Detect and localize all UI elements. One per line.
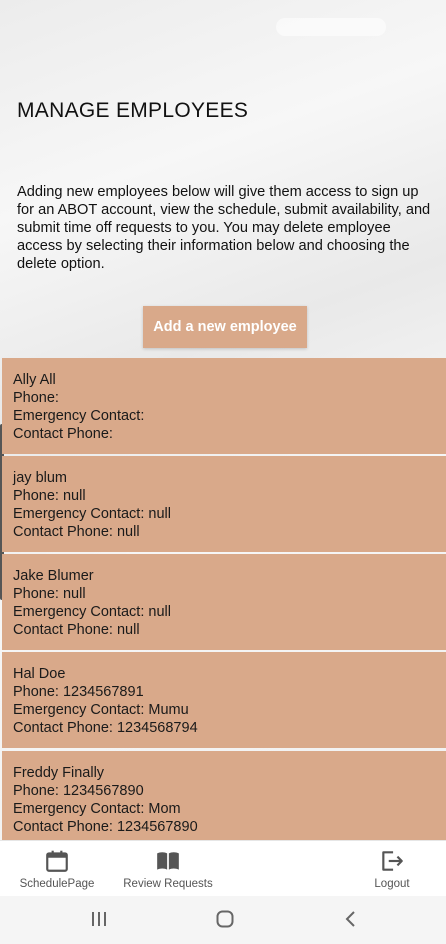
employee-phone: Phone: 1234567890 (13, 783, 144, 799)
employee-emergency-contact: Emergency Contact: null (13, 604, 171, 620)
employee-phone: Phone: null (13, 586, 86, 602)
employee-card-freddy-finally[interactable]: Freddy Finally Phone: 1234567890 Emergen… (2, 751, 446, 840)
employee-contact-phone: Contact Phone: (13, 426, 113, 442)
employee-card-hal-doe[interactable]: Hal Doe Phone: 1234567891 Emergency Cont… (2, 652, 446, 748)
employee-contact-phone: Contact Phone: null (13, 524, 140, 540)
employee-name: Freddy Finally (13, 765, 105, 781)
page-title: MANAGE EMPLOYEES (17, 99, 249, 122)
recents-button[interactable] (84, 906, 114, 932)
bottom-nav: SchedulePage Review Requests Logout (0, 840, 446, 897)
employee-phone: Phone: (13, 390, 59, 406)
employee-name: Jake Blumer (13, 568, 94, 584)
logout-icon (382, 851, 403, 871)
add-employee-button[interactable]: Add a new employee (143, 306, 307, 348)
employee-contact-phone: Contact Phone: 1234567890 (13, 819, 198, 835)
employee-name: Hal Doe (13, 666, 66, 682)
employee-emergency-contact: Emergency Contact: (13, 408, 145, 424)
employee-list[interactable]: Ally All Phone: Emergency Contact: Conta… (2, 358, 446, 840)
home-button[interactable] (210, 906, 240, 932)
status-bar (0, 0, 446, 40)
page-description: Adding new employees below will give the… (17, 184, 431, 272)
nav-schedule-label: SchedulePage (19, 878, 95, 890)
employee-name: Ally All (13, 372, 56, 388)
employee-name: jay blum (13, 470, 67, 486)
employee-card-jay-blum[interactable]: jay blum Phone: null Emergency Contact: … (2, 456, 446, 552)
employee-phone: Phone: null (13, 488, 86, 504)
nav-logout-label: Logout (374, 878, 410, 890)
employee-phone: Phone: 1234567891 (13, 684, 144, 700)
nav-review-requests[interactable]: Review Requests (118, 841, 218, 897)
manage-employees-screen: MANAGE EMPLOYEES Adding new employees be… (0, 0, 446, 944)
employee-card-jake-blumer[interactable]: Jake Blumer Phone: null Emergency Contac… (2, 554, 446, 650)
back-icon (345, 911, 355, 927)
employee-emergency-contact: Emergency Contact: Mom (13, 801, 181, 817)
employee-contact-phone: Contact Phone: null (13, 622, 140, 638)
home-icon (216, 910, 234, 928)
nav-requests-label: Review Requests (123, 878, 213, 890)
nav-logout[interactable]: Logout (362, 841, 422, 897)
system-navigation-bar (0, 896, 446, 944)
employee-emergency-contact: Emergency Contact: null (13, 506, 171, 522)
employee-contact-phone: Contact Phone: 1234568794 (13, 720, 198, 736)
recents-icon (92, 912, 106, 926)
status-bar-indicator (276, 18, 386, 36)
nav-schedule-page[interactable]: SchedulePage (12, 841, 102, 897)
back-button[interactable] (336, 906, 366, 932)
employee-emergency-contact: Emergency Contact: Mumu (13, 702, 189, 718)
employee-card-ally-all[interactable]: Ally All Phone: Emergency Contact: Conta… (2, 358, 446, 454)
calendar-icon (46, 850, 68, 872)
book-icon (157, 852, 179, 870)
